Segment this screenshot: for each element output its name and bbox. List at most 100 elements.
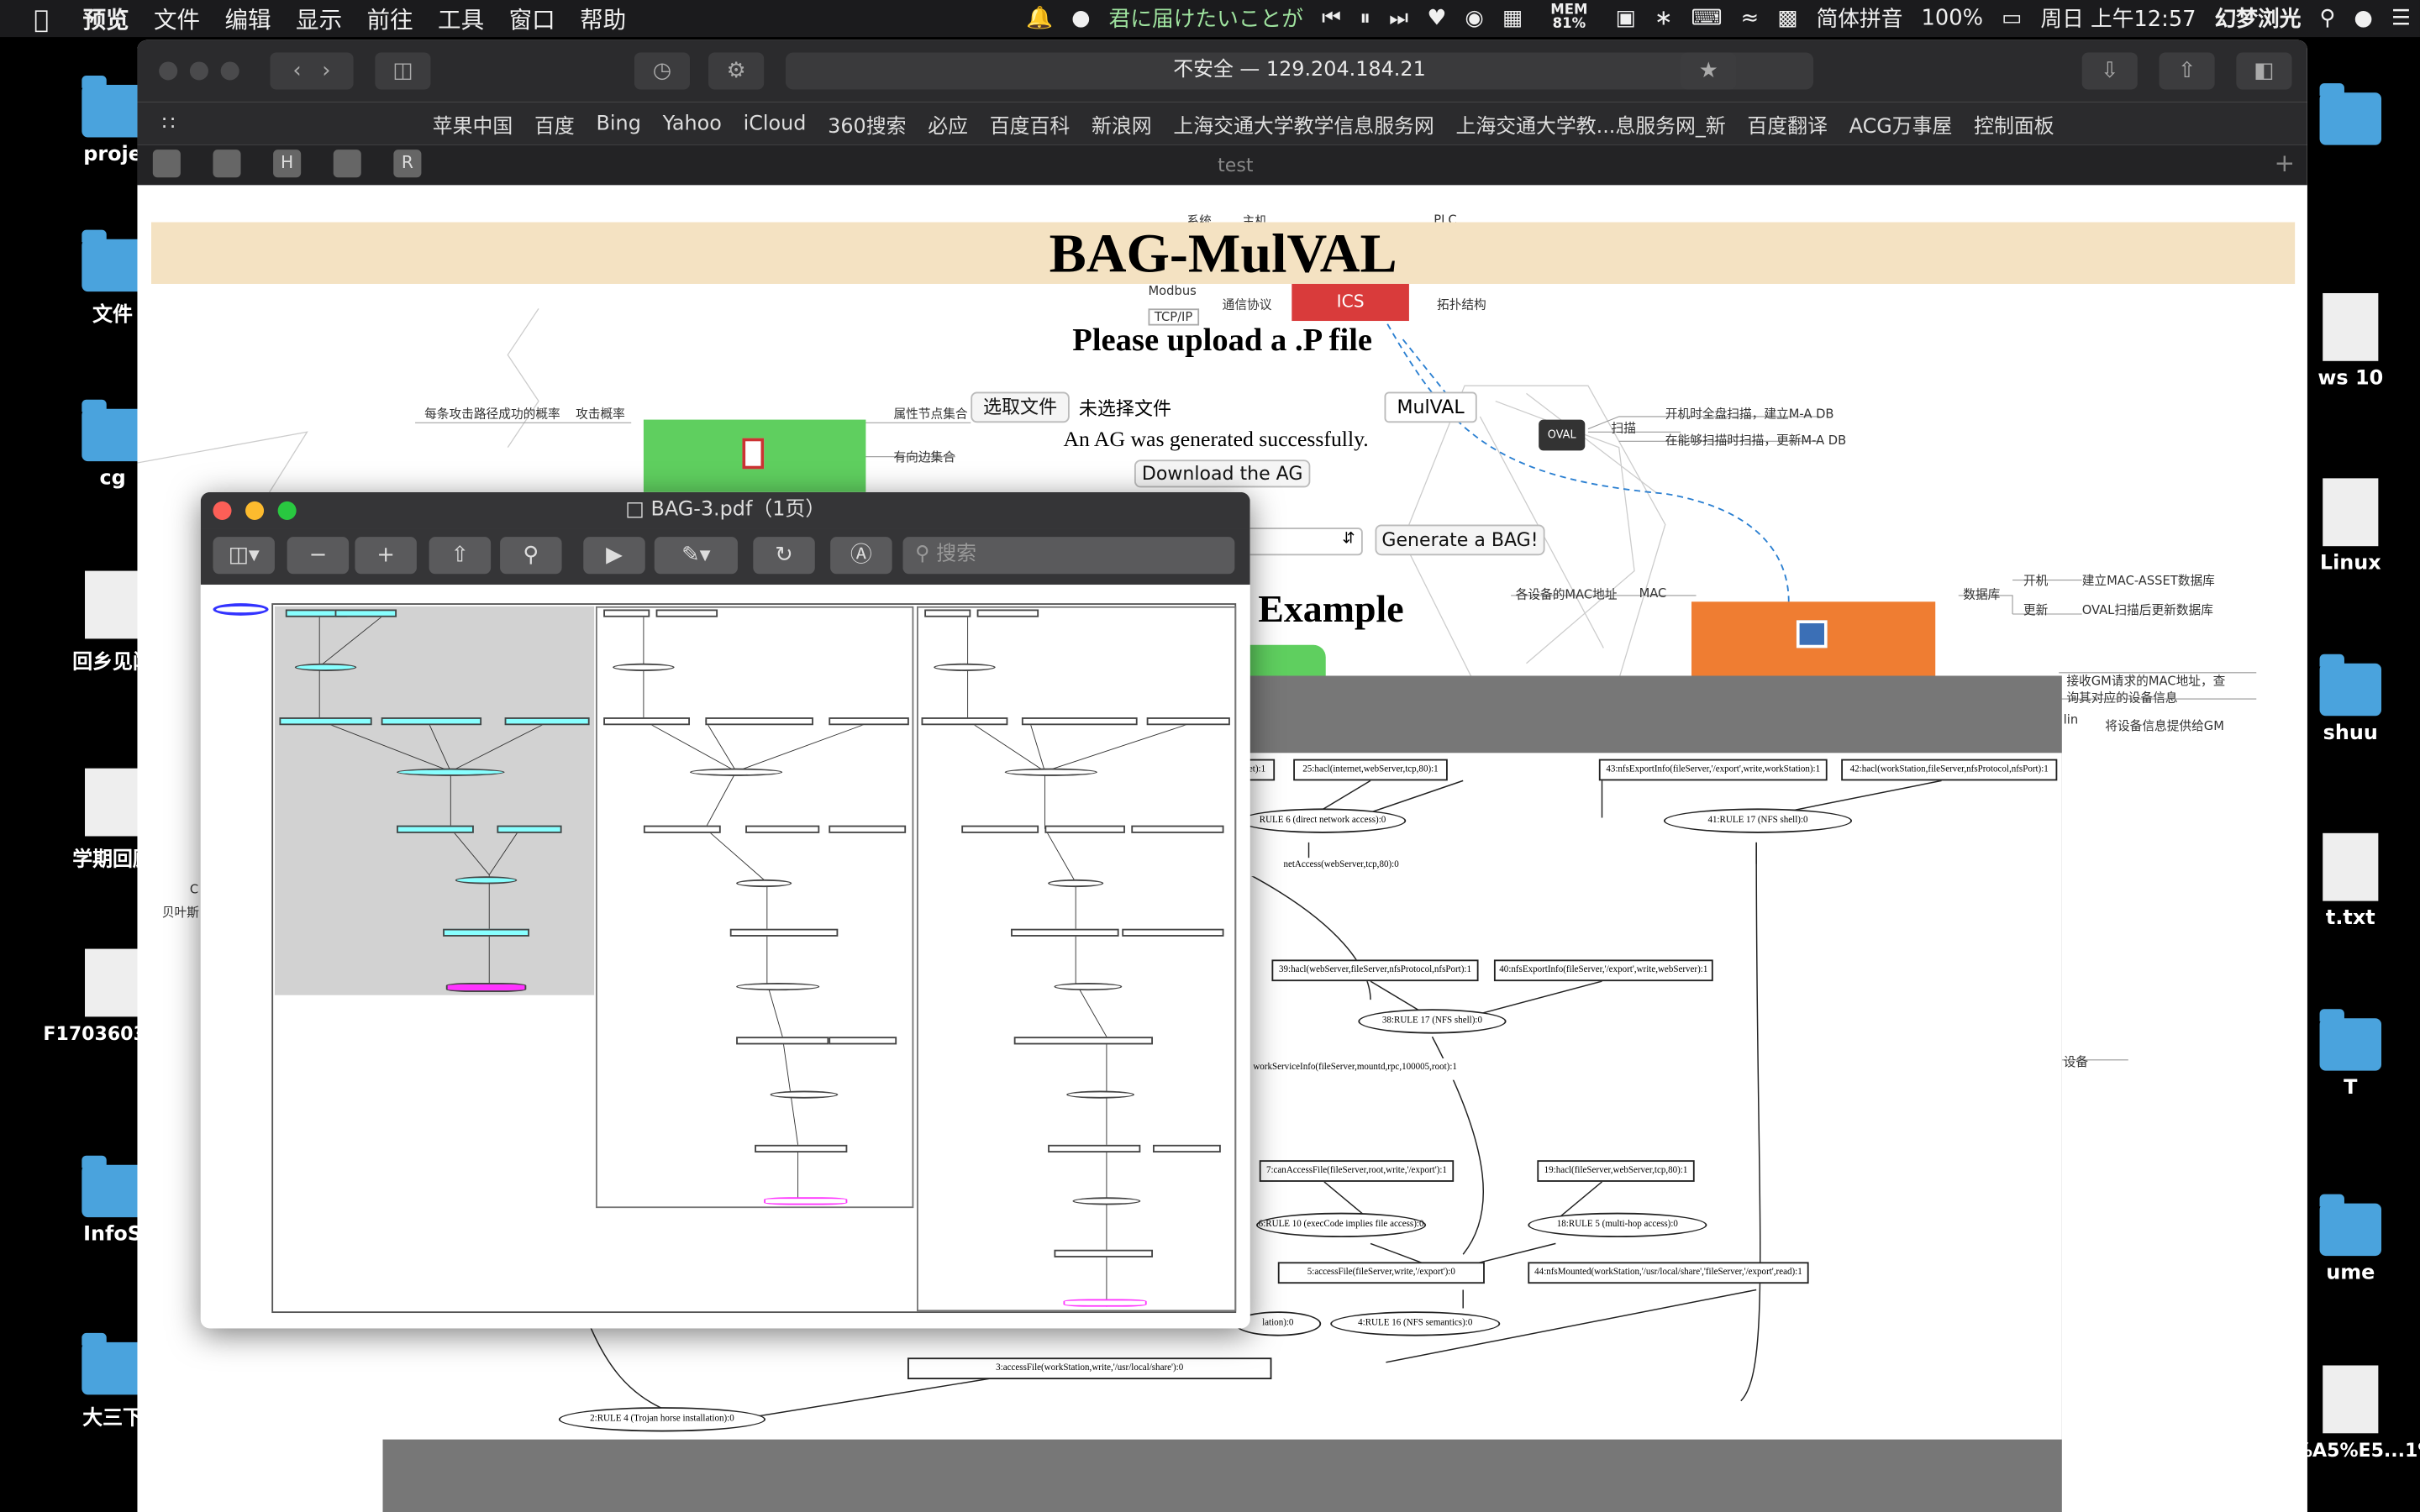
graph-node[interactable]: 44:nfsMounted(workStation,'/usr/local/sh… [1528,1262,1809,1284]
grid-apps-icon[interactable]: ∷ [162,112,175,135]
pdf-graph-node[interactable] [755,1144,848,1153]
close-button[interactable] [213,501,232,520]
bookmark-item[interactable]: 新浪网 [1092,108,1152,139]
pdf-graph-node[interactable] [1044,825,1125,833]
menu-edit[interactable]: 编辑 [224,3,271,35]
pdf-graph-node[interactable] [397,768,505,776]
graph-node[interactable]: 25:hacl(internet,webServer,tcp,80):1 [1293,759,1448,781]
pdf-graph-goal-node[interactable] [764,1197,848,1205]
pdf-graph-node[interactable] [705,717,813,726]
zoom-button[interactable] [277,501,297,520]
graph-node[interactable]: 18:RULE 5 (multi-hop access):0 [1528,1212,1707,1238]
graph-node[interactable]: 38:RULE 17 (NFS shell):0 [1358,1009,1507,1034]
pdf-graph-goal-node[interactable] [1063,1299,1147,1307]
pdf-graph-node[interactable] [1072,1197,1141,1205]
pdf-graph-node[interactable] [1048,1144,1141,1153]
pdf-search-input[interactable]: ⚲ 搜索 [902,537,1235,575]
menu-help[interactable]: 帮助 [580,3,626,35]
graph-node[interactable]: 39:hacl(webServer,fileServer,nfsProtocol… [1271,959,1479,982]
bluetooth-icon[interactable]: ∗ [1655,6,1673,30]
menu-view[interactable]: 显示 [296,3,342,35]
pdf-graph-node[interactable] [213,603,269,616]
pdf-graph-node[interactable] [934,663,996,671]
pdf-graph-node[interactable] [976,609,1039,617]
graph-node[interactable]: 41:RULE 17 (NFS shell):0 [1663,808,1853,833]
pdf-graph-node[interactable] [455,876,518,885]
notification-center-icon[interactable]: ☰ [2391,6,2411,30]
bookmark-item[interactable]: 百度 [534,108,575,139]
choose-file-button[interactable]: 选取文件 [971,391,1070,423]
keyboard-icon[interactable]: ⌨ [1691,6,1722,30]
menu-tools[interactable]: 工具 [438,3,484,35]
pdf-graph-node[interactable] [643,825,721,833]
zoom-out-icon[interactable]: − [287,537,350,575]
pdf-graph-node[interactable] [381,717,482,726]
bookmark-item[interactable]: 百度百科 [990,108,1071,139]
pdf-graph-node[interactable] [729,928,839,937]
annotate-icon[interactable]: Ⓐ [830,537,892,575]
heart-icon[interactable]: ♥ [1427,6,1446,30]
graph-node[interactable]: 4:RULE 16 (NFS semantics):0 [1330,1311,1501,1336]
pdf-graph-node[interactable] [1122,928,1224,937]
sidebar-toggle-icon[interactable]: ◫ [375,52,431,90]
share-icon[interactable]: ⇧ [2159,52,2215,90]
bookmark-item[interactable]: 苹果中国 [433,108,513,139]
history-icon[interactable]: ◷ [634,52,691,90]
menu-file[interactable]: 文件 [154,3,200,35]
rotate-icon[interactable]: ↻ [753,537,815,575]
zoom-button[interactable] [220,61,239,81]
siri-icon[interactable]: ● [2354,6,2372,30]
datetime[interactable]: 周日 上午12:57 [2040,3,2196,34]
pdf-graph-node[interactable] [603,609,650,617]
share-icon[interactable]: ⇧ [429,537,492,575]
battery-icon[interactable]: ▭ [2002,6,2022,30]
pdf-graph-node[interactable] [1004,768,1097,776]
bookmark-item[interactable]: ACG万事屋 [1849,108,1953,139]
pdf-graph-node[interactable] [736,1037,829,1045]
menu-go[interactable]: 前往 [367,3,413,35]
wifi-icon[interactable]: ≈ [1741,6,1760,30]
markup-pen-icon[interactable]: ✎▾ [654,537,738,575]
bookmark-item[interactable]: iCloud [744,112,807,135]
close-button[interactable] [159,61,178,81]
menu-app-name[interactable]: 预览 [82,3,129,35]
sidebar-toggle-icon[interactable]: ◫▾ [213,537,275,575]
pinned-tab-icon[interactable] [333,150,361,178]
pdf-graph-node[interactable] [690,768,783,776]
pdf-graph-node[interactable] [1011,928,1119,937]
notification-bell-icon[interactable]: 🔔 [1026,6,1053,30]
downloads-icon[interactable]: ⇩ [2081,52,2138,90]
back-forward-buttons[interactable]: ‹ › [270,52,354,90]
pinned-tab-icon[interactable] [152,150,181,178]
pdf-graph-node[interactable] [961,825,1039,833]
pdf-graph-node[interactable] [1131,825,1224,833]
tabs-overview-icon[interactable]: ◧ [2236,52,2292,90]
graph-node[interactable]: 19:hacl(fileServer,webServer,tcp,80):1 [1537,1160,1695,1182]
next-track-icon[interactable]: ⏭ [1389,6,1408,30]
ics-node[interactable]: ICS [1292,283,1409,322]
bookmark-item[interactable]: 必应 [928,108,968,139]
slideshow-icon[interactable]: ▶ [583,537,645,575]
pdf-graph-node[interactable] [504,717,590,726]
input-method-label[interactable]: 简体拼音 [1817,3,1903,34]
mindmap-green-node[interactable] [1248,644,1326,676]
mindmap-orange-node[interactable] [1691,601,1936,680]
mem-indicator[interactable]: MEM 81% [1541,4,1597,33]
bookmark-item[interactable]: Bing [597,112,641,135]
menu-window[interactable]: 窗口 [509,3,555,35]
pdf-graph-node[interactable] [1066,1090,1134,1099]
pdf-graph-node[interactable] [770,1090,839,1099]
pdf-graph-node[interactable] [397,825,474,833]
graph-node[interactable]: 40:nfsExportInfo(fileServer,'/export',wr… [1493,959,1713,982]
bookmark-item[interactable]: 控制面板 [1974,108,2054,139]
pdf-graph-node[interactable] [921,717,1008,726]
download-ag-button[interactable]: Download the AG [1134,459,1311,488]
graph-node[interactable]: 3:accessFile(workStation,write,'/usr/loc… [907,1357,1272,1380]
user-name[interactable]: 幻梦浏光 [2215,3,2302,34]
spotlight-search-icon[interactable]: ⚲ [2319,6,2335,30]
minimize-button[interactable] [245,501,265,520]
pdf-graph-node[interactable] [334,609,397,617]
pdf-graph-node[interactable] [655,609,718,617]
mindmap-green-node[interactable] [643,419,866,497]
graph-node[interactable]: 43:nfsExportInfo(fileServer,'/export',wr… [1598,759,1828,781]
